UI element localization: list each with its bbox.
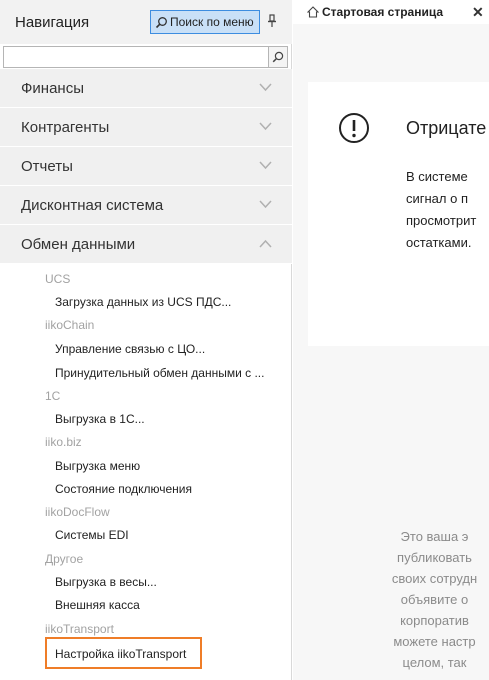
section-counterparties[interactable]: Контрагенты [0, 108, 292, 147]
menu-item-ucs-load[interactable]: Загрузка данных из UCS ПДС... [55, 295, 231, 309]
section-label: Контрагенты [21, 118, 110, 136]
chevron-down-icon [259, 161, 272, 170]
promo-line: целом, так [402, 655, 467, 670]
tree-group-other: Другое [45, 552, 84, 566]
promo-line: объявите о [400, 592, 469, 607]
warning-icon [339, 113, 369, 143]
tree-group-iikobiz: iiko.biz [45, 435, 82, 449]
pin-icon[interactable] [266, 14, 278, 28]
section-label: Отчеты [21, 157, 73, 175]
promo-line: корпоратив [400, 613, 469, 628]
notification-line: просмотрит [406, 213, 477, 228]
tree-group-iikotransport: iikoTransport [45, 622, 114, 636]
chevron-down-icon [259, 83, 272, 92]
section-label: Обмен данными [21, 235, 136, 253]
menu-item-chain-management[interactable]: Управление связью с ЦО... [55, 342, 205, 356]
close-icon[interactable]: ✕ [472, 4, 484, 21]
menu-item-iikotransport-settings[interactable]: Настройка iikoTransport [55, 647, 186, 661]
menu-item-chain-force-exchange[interactable]: Принудительный обмен данными с ... [55, 366, 264, 380]
promo-line: можете настр [393, 634, 476, 649]
promo-line: Это ваша э [400, 529, 469, 544]
notification-line: сигнал о п [406, 191, 468, 206]
menu-item-edi-systems[interactable]: Системы EDI [55, 528, 129, 542]
menu-item-external-cashbox[interactable]: Внешняя касса [55, 598, 140, 612]
promo-line: публиковать [397, 550, 472, 565]
section-finance[interactable]: Финансы [0, 69, 292, 108]
menu-search-input[interactable] [4, 47, 268, 67]
search-icon [272, 51, 284, 63]
navigation-panel: Навигация Поиск по меню Финансы Контраге… [0, 0, 292, 680]
section-data-exchange[interactable]: Обмен данными [0, 225, 292, 264]
chevron-down-icon [259, 122, 272, 131]
section-label: Финансы [21, 79, 84, 97]
menu-search-label: Поиск по меню [170, 15, 254, 29]
navigation-title: Навигация [15, 14, 90, 31]
tab-start-page[interactable]: Стартовая страница ✕ [300, 0, 489, 24]
home-icon [307, 6, 319, 18]
notification-card: Отрицате В системе сигнал о п просмотрит… [308, 82, 489, 346]
menu-item-scales-export[interactable]: Выгрузка в весы... [55, 575, 157, 589]
notification-text: В системе сигнал о п просмотрит остаткам… [406, 166, 489, 254]
notification-title: Отрицате [406, 118, 487, 138]
notification-line: В системе [406, 169, 468, 184]
notification-line: остатками. [406, 235, 472, 250]
section-label: Дисконтная система [21, 196, 164, 214]
promo-text: Это ваша э публиковать своих сотрудн объ… [380, 526, 489, 680]
menu-item-menu-export[interactable]: Выгрузка меню [55, 459, 140, 473]
menu-search-button[interactable]: Поиск по меню [150, 10, 260, 34]
tree-group-ucs: UCS [45, 272, 71, 286]
chevron-up-icon [259, 239, 272, 248]
section-discount-system[interactable]: Дисконтная система [0, 186, 292, 225]
section-reports[interactable]: Отчеты [0, 147, 292, 186]
tree-group-iikodocflow: iikoDocFlow [45, 505, 110, 519]
chevron-down-icon [259, 200, 272, 209]
menu-search-box [3, 46, 288, 68]
tree-group-1c: 1С [45, 389, 61, 403]
menu-item-connection-status[interactable]: Состояние подключения [55, 482, 192, 496]
promo-line: своих сотрудн [391, 571, 478, 586]
navigation-header: Навигация Поиск по меню [0, 0, 292, 44]
tab-label: Стартовая страница [322, 5, 444, 19]
search-icon [155, 16, 167, 28]
menu-search-go-button[interactable] [268, 47, 287, 67]
tree-group-iikochain: iikoChain [45, 318, 95, 332]
menu-item-1c-export[interactable]: Выгрузка в 1С... [55, 412, 145, 426]
